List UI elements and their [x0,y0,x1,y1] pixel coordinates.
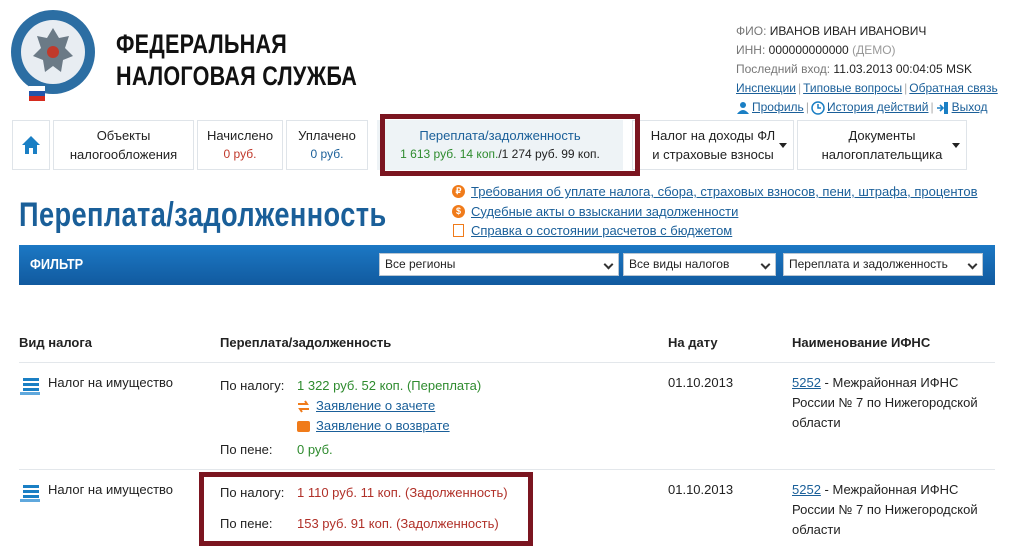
col-header-date: На дату [668,335,718,350]
document-icon [453,224,464,238]
profile-link[interactable]: Профиль [752,100,804,114]
tab-paid[interactable]: Уплачено 0 руб. [286,120,368,170]
status-select-value: Переплата и задолженность [789,257,948,271]
last-login-label: Последний вход: [736,62,831,76]
row1-date: 01.10.2013 [668,375,734,390]
chevron-down-icon [603,259,614,270]
highlight-frame-tab [380,114,640,176]
col-header-ifns: Наименование ИФНС [792,335,931,350]
ruble-coin-icon: ₽ [452,185,465,199]
tab-ndfl-label: Налог на доходы ФЛ и страховые взносы [650,128,776,162]
inn-demo-note: (ДЕМО) [852,43,896,57]
tax-type-select-value: Все виды налогов [629,257,730,271]
row1-tax-name: Налог на имущество [48,375,174,390]
tab-tax-objects-label: Объекты налогообложения [69,128,178,162]
court-acts-link[interactable]: Судебные акты о взыскании задолженности [471,202,738,222]
tab-paid-sum: 0 руб. [310,147,344,161]
region-select[interactable]: Все регионы [379,253,619,276]
col-header-balance: Переплата/задолженность [220,335,392,350]
inn-value: 000000000000 [768,43,849,57]
row1-by-tax-label: По налогу: [220,378,285,393]
chevron-down-icon [967,259,978,270]
row1-by-penalty-value: 0 руб. [297,442,333,457]
refund-icon [297,421,310,433]
inspections-link[interactable]: Инспекции [736,81,796,95]
refund-application-link[interactable]: Заявление о возврате [316,418,450,433]
tab-paid-label: Уплачено [298,128,356,143]
tab-charged[interactable]: Начислено 0 руб. [197,120,283,170]
tab-home[interactable] [12,120,50,170]
exit-link[interactable]: Выход [952,100,988,114]
home-icon [22,136,40,154]
court-bag-icon: $ [452,204,465,218]
offset-icon [298,400,309,413]
tab-charged-sum: 0 руб. [223,147,257,161]
history-icon [811,101,825,115]
col-header-tax-type: Вид налога [19,335,92,350]
row2-date: 01.10.2013 [668,482,734,497]
row2-ifns: 5252 - Межрайонная ИФНС России № 7 по Ни… [792,480,992,540]
brand-line-2: НАЛОГОВАЯ СЛУЖБА [116,61,358,91]
tax-doc-icon [20,378,40,395]
row1-by-tax-value: 1 322 руб. 52 коп. (Переплата) [297,378,482,393]
row1-ifns-code-link[interactable]: 5252 [792,375,821,390]
header-divider [19,362,995,363]
tab-charged-label: Начислено [206,128,274,143]
history-link[interactable]: История действий [827,100,929,114]
fio-label: ФИО: [736,24,767,38]
highlight-frame-debt [199,472,533,546]
fio-value: ИВАНОВ ИВАН ИВАНОВИЧ [769,24,927,38]
status-select[interactable]: Переплата и задолженность [783,253,983,276]
exit-icon [936,101,948,114]
brand-line-1: ФЕДЕРАЛЬНАЯ [116,29,288,59]
chevron-down-icon [760,259,771,270]
faq-link[interactable]: Типовые вопросы [803,81,902,95]
requirements-link[interactable]: Требования об уплате налога, сбора, стра… [471,182,978,202]
row1-by-penalty-label: По пене: [220,442,273,457]
brand-title: ФЕДЕРАЛЬНАЯ НАЛОГОВАЯ СЛУЖБА [116,28,357,92]
tab-documents-label: Документы налогоплательщика [821,128,943,162]
row2-ifns-code-link[interactable]: 5252 [792,482,821,497]
document-links: ₽ Требования об уплате налога, сбора, стр… [452,182,978,241]
row1-ifns: 5252 - Межрайонная ИФНС России № 7 по Ни… [792,373,992,433]
chevron-down-icon [779,143,787,148]
chevron-down-icon [952,143,960,148]
profile-icon [737,101,749,114]
tax-doc-icon [20,485,40,502]
user-info: ФИО: ИВАНОВ ИВАН ИВАНОВИЧ ИНН: 000000000… [736,24,998,115]
filter-label: ФИЛЬТР [30,256,84,273]
offset-application-link[interactable]: Заявление о зачете [316,398,435,413]
filter-bar: ФИЛЬТР Все регионы Все виды налогов Пере… [19,245,995,285]
tab-documents[interactable]: Документы налогоплательщика [797,120,967,170]
tab-ndfl[interactable]: Налог на доходы ФЛ и страховые взносы [632,120,794,170]
inn-label: ИНН: [736,43,766,57]
tab-tax-objects[interactable]: Объекты налогообложения [53,120,194,170]
row2-tax-name: Налог на имущество [48,482,174,497]
fns-emblem-logo[interactable] [9,8,97,103]
region-select-value: Все регионы [385,257,456,271]
feedback-link[interactable]: Обратная связь [909,81,997,95]
row-divider [19,469,995,470]
settlements-certificate-link[interactable]: Справка о состоянии расчетов с бюджетом [471,221,732,241]
page-title: Переплата/задолженность [19,196,387,234]
tax-type-select[interactable]: Все виды налогов [623,253,776,276]
last-login-value: 11.03.2013 00:04:05 MSK [833,62,972,76]
